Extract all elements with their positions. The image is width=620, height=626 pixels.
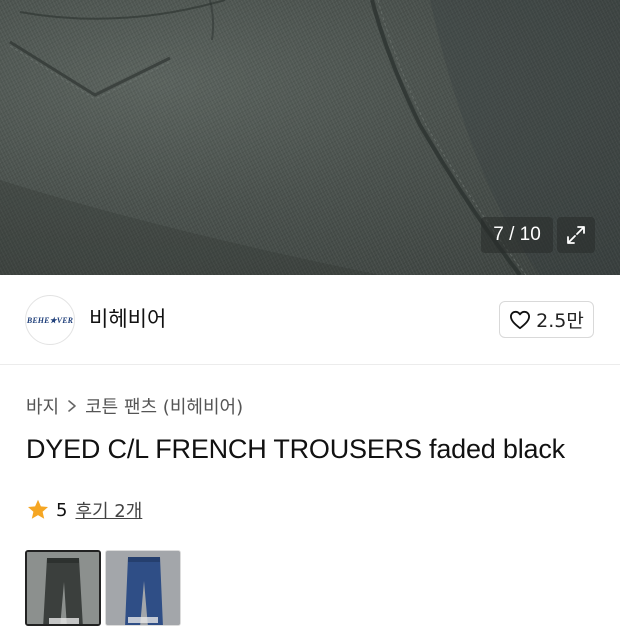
like-button[interactable]: 2.5만: [499, 301, 594, 338]
product-title: DYED C/L FRENCH TROUSERS faded black: [26, 434, 565, 464]
breadcrumb-item-cotton-pants[interactable]: 코튼 팬츠 (비헤비어): [85, 393, 243, 419]
chevron-right-icon: [67, 399, 77, 413]
variant-thumbnail-faded-black[interactable]: [25, 550, 101, 626]
star-icon: [28, 499, 48, 519]
breadcrumb-item-pants[interactable]: 바지: [26, 393, 59, 419]
blue-trousers-image: [106, 551, 180, 625]
variant-thumbnail-blue[interactable]: [105, 550, 181, 626]
expand-image-button[interactable]: [557, 217, 595, 253]
heart-outline-icon: [510, 310, 531, 329]
rating-row: 5 후기 2개: [26, 497, 142, 523]
seller-logo: BEHE★VER: [26, 315, 74, 325]
seller-name[interactable]: 비헤비어: [89, 305, 166, 333]
breadcrumb: 바지 코튼 팬츠 (비헤비어): [26, 393, 243, 419]
black-trousers-image: [27, 552, 99, 624]
section-divider: [0, 364, 620, 365]
review-count-link[interactable]: 후기 2개: [75, 497, 142, 523]
seller-avatar[interactable]: BEHE★VER: [25, 295, 75, 345]
rating-value: 5: [56, 499, 68, 521]
image-counter: 7 / 10: [481, 217, 553, 253]
like-count: 2.5만: [536, 310, 584, 332]
product-image[interactable]: 7 / 10: [0, 0, 620, 275]
expand-icon: [567, 226, 585, 244]
